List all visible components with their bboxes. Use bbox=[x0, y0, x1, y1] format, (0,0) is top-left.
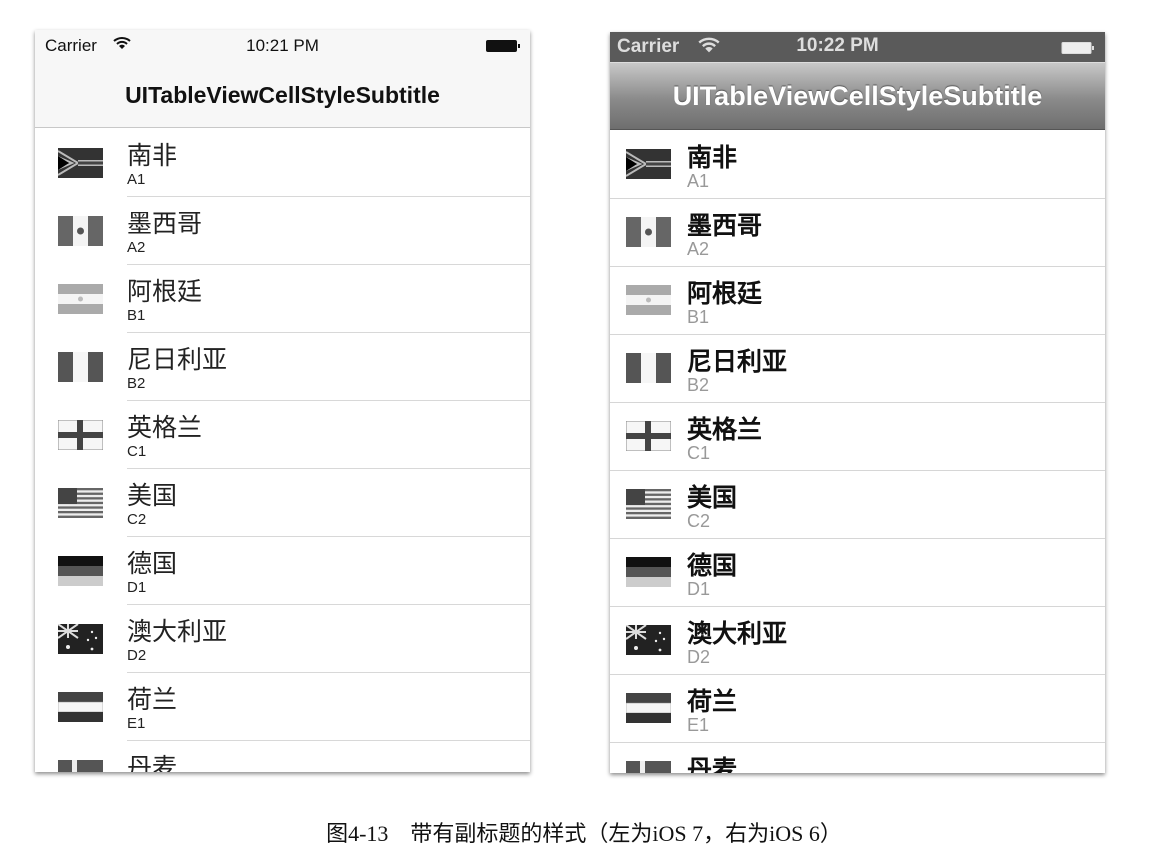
cell-subtitle: C1 bbox=[127, 443, 147, 460]
australia-flag-icon bbox=[58, 624, 103, 654]
cell-title: 丹麦 bbox=[687, 756, 738, 773]
south-africa-flag-icon bbox=[58, 148, 103, 178]
table-row[interactable]: 德国 D1 bbox=[35, 537, 530, 605]
table-row[interactable]: 阿根廷 B1 bbox=[35, 265, 530, 333]
status-time: 10:21 PM bbox=[246, 36, 319, 55]
cell-title: 南非 bbox=[687, 144, 738, 172]
cell-subtitle: C1 bbox=[687, 443, 711, 463]
table-row[interactable]: 美国 C2 bbox=[35, 469, 530, 537]
table-row[interactable]: 丹麦 bbox=[35, 741, 530, 772]
cell-title: 美国 bbox=[687, 484, 738, 512]
cell-subtitle: B2 bbox=[127, 375, 146, 392]
cell-subtitle: B1 bbox=[687, 307, 710, 327]
cell-title: 阿根廷 bbox=[687, 280, 763, 308]
battery-icon bbox=[1061, 42, 1094, 54]
cell-subtitle: E1 bbox=[127, 715, 146, 732]
cell-subtitle: A1 bbox=[127, 171, 146, 188]
ios7-screenshot: Carrier 10:21 PM UITableViewCellStyleSub… bbox=[35, 30, 530, 772]
cell-title: 墨西哥 bbox=[127, 210, 203, 238]
table-view[interactable]: 南非 A1 墨西哥 A2 阿根廷 B1 尼日利亚 B2 英格兰 C1 美国 C2 德国 D1 澳大利亚 D2 荷… bbox=[35, 129, 530, 772]
cell-title: 墨西哥 bbox=[687, 212, 763, 240]
figure-caption: 图4-13 带有副标题的样式（左为iOS 7，右为iOS 6） bbox=[326, 821, 842, 846]
cell-subtitle: D1 bbox=[127, 579, 147, 596]
ios6-screenshot: Carrier 10:22 PM UITableViewCellStyleSub… bbox=[610, 32, 1105, 773]
cell-title: 荷兰 bbox=[127, 686, 178, 714]
nav-title: UITableViewCellStyleSubtitle bbox=[672, 81, 1043, 111]
navigation-bar: UITableViewCellStyleSubtitle bbox=[610, 62, 1105, 130]
netherlands-flag-icon bbox=[626, 693, 671, 723]
cell-subtitle: D2 bbox=[687, 647, 711, 667]
australia-flag-icon bbox=[626, 625, 671, 655]
status-bar: Carrier 10:22 PM bbox=[610, 32, 1105, 62]
south-africa-flag-icon bbox=[626, 149, 671, 179]
cell-title: 尼日利亚 bbox=[127, 346, 228, 374]
table-row[interactable]: 英格兰 C1 bbox=[35, 401, 530, 469]
status-time: 10:22 PM bbox=[796, 35, 879, 56]
usa-flag-icon bbox=[58, 488, 103, 518]
cell-subtitle: B1 bbox=[127, 307, 146, 324]
table-row[interactable]: 阿根廷 B1 bbox=[610, 267, 1105, 335]
cell-subtitle: A2 bbox=[127, 239, 146, 256]
table-row[interactable]: 荷兰 E1 bbox=[610, 675, 1105, 743]
cell-subtitle: C2 bbox=[687, 511, 711, 531]
cell-subtitle: D1 bbox=[687, 579, 711, 599]
table-row[interactable]: 墨西哥 A2 bbox=[610, 199, 1105, 267]
cell-title: 南非 bbox=[127, 142, 178, 170]
cell-subtitle: C2 bbox=[127, 511, 147, 528]
denmark-flag-icon bbox=[58, 760, 103, 772]
england-flag-icon bbox=[58, 420, 103, 450]
cell-title: 英格兰 bbox=[687, 416, 763, 444]
table-row[interactable]: 英格兰 C1 bbox=[610, 403, 1105, 471]
table-view[interactable]: 南非 A1 墨西哥 A2 阿根廷 B1 尼日利亚 B2 英格兰 C1 美国 C2 德国 D1 澳大利亚 D2 荷… bbox=[610, 131, 1105, 773]
cell-title: 荷兰 bbox=[687, 688, 738, 716]
germany-flag-icon bbox=[58, 556, 103, 586]
nigeria-flag-icon bbox=[58, 352, 103, 382]
usa-flag-icon bbox=[626, 489, 671, 519]
cell-title: 美国 bbox=[127, 482, 178, 510]
table-row[interactable]: 澳大利亚 D2 bbox=[35, 605, 530, 673]
table-row[interactable]: 荷兰 E1 bbox=[35, 673, 530, 741]
cell-title: 英格兰 bbox=[127, 414, 203, 442]
cell-title: 丹麦 bbox=[127, 754, 178, 772]
table-row[interactable]: 美国 C2 bbox=[610, 471, 1105, 539]
table-row[interactable]: 德国 D1 bbox=[610, 539, 1105, 607]
mexico-flag-icon bbox=[626, 217, 671, 247]
mexico-flag-icon bbox=[58, 216, 103, 246]
cell-subtitle: E1 bbox=[687, 715, 710, 735]
germany-flag-icon bbox=[626, 557, 671, 587]
england-flag-icon bbox=[626, 421, 671, 451]
table-row[interactable]: 南非 A1 bbox=[610, 131, 1105, 199]
table-row[interactable]: 尼日利亚 B2 bbox=[35, 333, 530, 401]
table-row[interactable]: 澳大利亚 D2 bbox=[610, 607, 1105, 675]
battery-icon bbox=[486, 40, 520, 52]
status-bar: Carrier 10:21 PM bbox=[35, 30, 530, 62]
cell-title: 阿根廷 bbox=[127, 278, 203, 306]
cell-title: 澳大利亚 bbox=[687, 620, 788, 648]
denmark-flag-icon bbox=[626, 761, 671, 773]
cell-subtitle: D2 bbox=[127, 647, 147, 664]
table-row[interactable]: 墨西哥 A2 bbox=[35, 197, 530, 265]
cell-subtitle: B2 bbox=[687, 375, 710, 395]
argentina-flag-icon bbox=[626, 285, 671, 315]
nigeria-flag-icon bbox=[626, 353, 671, 383]
nav-title: UITableViewCellStyleSubtitle bbox=[125, 82, 440, 108]
table-row[interactable]: 丹麦 bbox=[610, 743, 1105, 773]
cell-title: 澳大利亚 bbox=[127, 618, 228, 646]
navigation-bar: UITableViewCellStyleSubtitle bbox=[35, 62, 530, 128]
cell-title: 德国 bbox=[687, 552, 738, 580]
cell-subtitle: A2 bbox=[687, 239, 710, 259]
table-row[interactable]: 尼日利亚 B2 bbox=[610, 335, 1105, 403]
netherlands-flag-icon bbox=[58, 692, 103, 722]
table-row[interactable]: 南非 A1 bbox=[35, 129, 530, 197]
argentina-flag-icon bbox=[58, 284, 103, 314]
cell-title: 尼日利亚 bbox=[687, 348, 788, 376]
cell-subtitle: A1 bbox=[687, 171, 710, 191]
cell-title: 德国 bbox=[127, 550, 178, 578]
